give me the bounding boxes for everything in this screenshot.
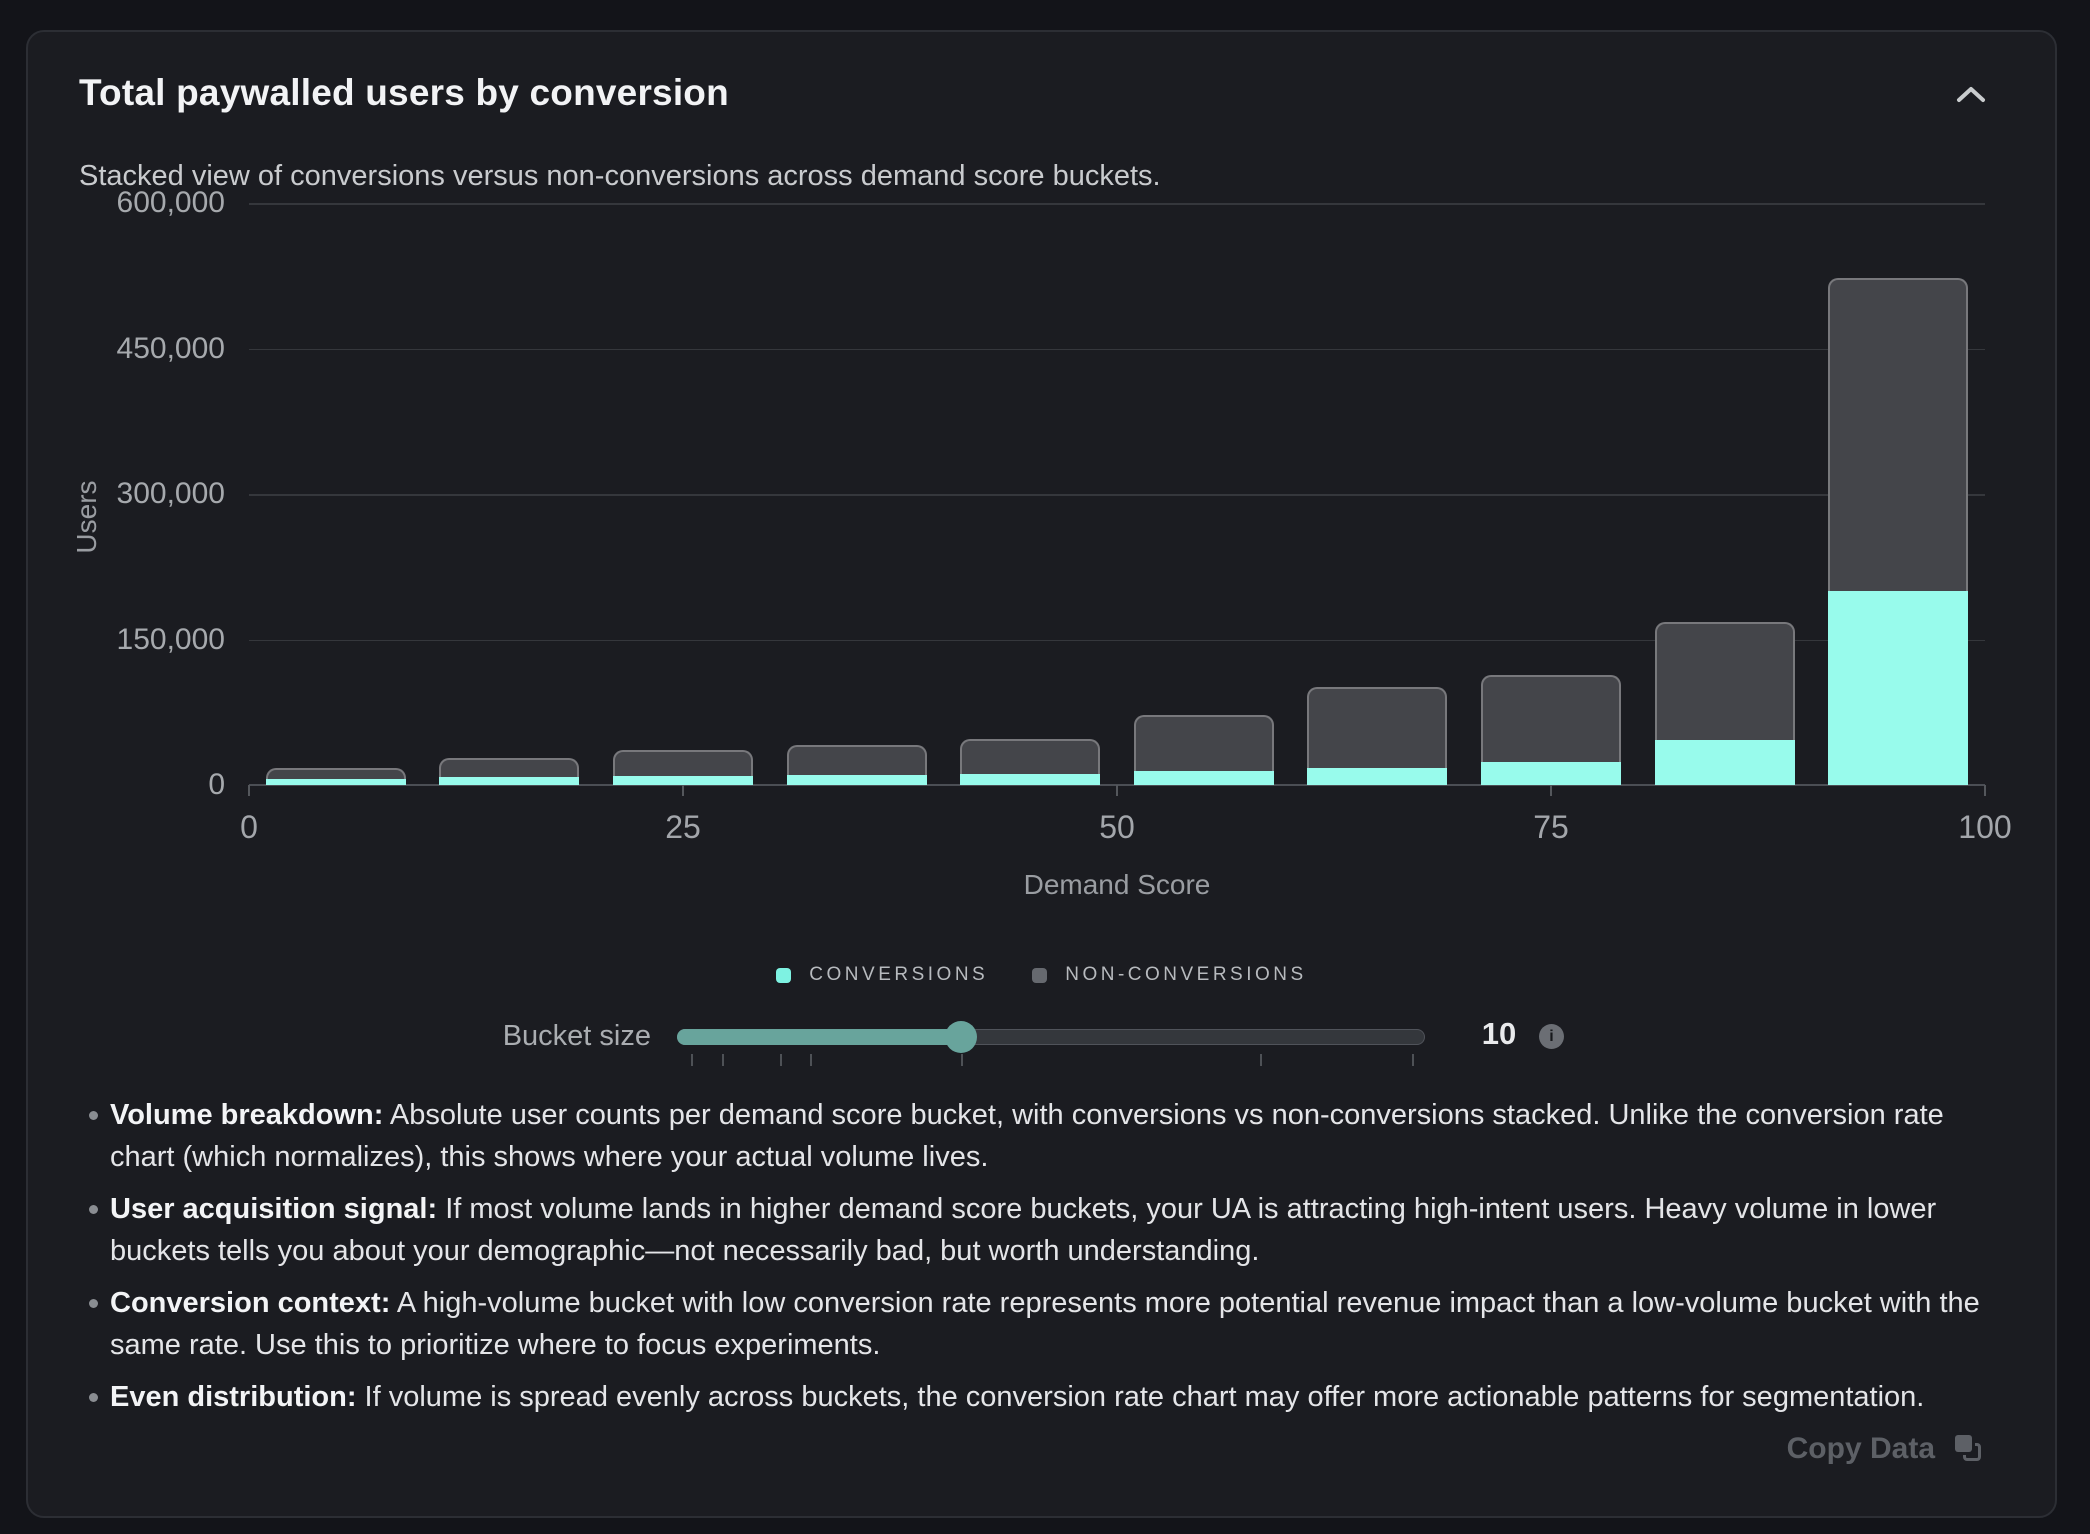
non-conversions-segment[interactable] (1307, 687, 1447, 768)
note-lead: Volume breakdown: (110, 1099, 383, 1131)
x-tick-label: 25 (665, 809, 701, 846)
non-conversions-segment[interactable] (1134, 715, 1274, 771)
bar-bucket-70-80[interactable] (1481, 675, 1621, 785)
card-title: Total paywalled users by conversion (79, 72, 729, 114)
bucket-size-label: Bucket size (351, 1020, 651, 1053)
x-tick-label: 75 (1533, 809, 1569, 846)
x-tick-label: 0 (240, 809, 258, 846)
note-lead: User acquisition signal: (110, 1193, 437, 1225)
non-conversions-segment[interactable] (266, 768, 406, 779)
y-tick-label: 450,000 (5, 332, 225, 366)
bar-bucket-30-40[interactable] (787, 745, 927, 785)
copy-data-button[interactable]: Copy Data (1787, 1432, 1983, 1466)
y-tick-label: 600,000 (5, 186, 225, 220)
bar-bucket-10-20[interactable] (439, 758, 579, 785)
non-conversions-segment[interactable] (1655, 622, 1795, 740)
note-lead: Even distribution: (110, 1381, 357, 1413)
conversions-segment[interactable] (1655, 740, 1795, 785)
x-tick-mark (248, 785, 250, 796)
legend-label: CONVERSIONS (809, 964, 988, 986)
slider-tick-mark (810, 1054, 812, 1066)
x-tick-mark (682, 785, 684, 796)
conversions-segment[interactable] (787, 775, 927, 785)
stacked-bar-chart: Users Demand Score 0150,000300,000450,00… (249, 203, 1985, 785)
slider-tick-mark (691, 1054, 693, 1066)
copy-icon (1955, 1435, 1983, 1463)
bar-bucket-90-100[interactable] (1828, 278, 1968, 785)
non-conversions-segment[interactable] (1481, 675, 1621, 761)
insight-notes: Volume breakdown: Absolute user counts p… (89, 1094, 1994, 1428)
non-conversions-segment[interactable] (787, 745, 927, 775)
legend-label: NON-CONVERSIONS (1065, 964, 1306, 986)
bar-bucket-60-70[interactable] (1307, 687, 1447, 785)
non-conversions-segment[interactable] (960, 739, 1100, 773)
card-footer: Copy Data (1787, 1432, 1983, 1466)
x-tick-mark (1550, 785, 1552, 796)
bar-bucket-40-50[interactable] (960, 739, 1100, 785)
bar-bucket-50-60[interactable] (1134, 715, 1274, 785)
conversions-segment[interactable] (613, 776, 753, 785)
copy-data-label: Copy Data (1787, 1432, 1935, 1466)
slider-thumb[interactable] (945, 1021, 977, 1053)
bucket-size-slider[interactable] (677, 1029, 1425, 1045)
conversions-segment[interactable] (1134, 771, 1274, 785)
bar-bucket-0-10[interactable] (266, 768, 406, 785)
chart-card: Total paywalled users by conversion Stac… (26, 30, 2057, 1518)
conversions-segment[interactable] (1828, 591, 1968, 785)
page: Total paywalled users by conversion Stac… (0, 0, 2090, 1534)
x-tick-label: 50 (1099, 809, 1135, 846)
slider-tick-mark (780, 1054, 782, 1066)
slider-fill (677, 1029, 961, 1045)
non-conversions-segment[interactable] (1828, 278, 1968, 591)
conversions-segment[interactable] (1307, 768, 1447, 785)
bar-bucket-80-90[interactable] (1655, 622, 1795, 785)
note-text: Absolute user counts per demand score bu… (110, 1099, 1944, 1173)
info-icon[interactable]: i (1539, 1024, 1564, 1049)
non-conversions-swatch-icon (1032, 968, 1047, 983)
note-conversion-context: Conversion context: A high-volume bucket… (89, 1282, 1994, 1366)
chevron-up-icon (1955, 84, 1987, 104)
chart-legend: CONVERSIONS NON-CONVERSIONS (28, 964, 2055, 986)
legend-item-conversions[interactable]: CONVERSIONS (776, 964, 988, 986)
bar-bucket-20-30[interactable] (613, 750, 753, 785)
conversions-segment[interactable] (960, 774, 1100, 785)
y-tick-label: 0 (5, 768, 225, 802)
note-text: A high-volume bucket with low conversion… (110, 1287, 1980, 1361)
note-lead: Conversion context: (110, 1287, 390, 1319)
x-tick-mark (1984, 785, 1986, 796)
conversions-segment[interactable] (1481, 762, 1621, 785)
collapse-button[interactable] (1945, 70, 1997, 118)
conversions-segment[interactable] (439, 777, 579, 785)
note-volume-breakdown: Volume breakdown: Absolute user counts p… (89, 1094, 1994, 1178)
non-conversions-segment[interactable] (439, 758, 579, 777)
note-user-acquisition-signal: User acquisition signal: If most volume … (89, 1188, 1994, 1272)
conversions-swatch-icon (776, 968, 791, 983)
x-axis-title: Demand Score (1024, 869, 1211, 901)
slider-tick-mark (1260, 1054, 1262, 1066)
legend-item-non-conversions[interactable]: NON-CONVERSIONS (1032, 964, 1306, 986)
non-conversions-segment[interactable] (613, 750, 753, 776)
slider-tick-mark (961, 1054, 963, 1066)
slider-tick-mark (1412, 1054, 1414, 1066)
gridline (249, 349, 1985, 351)
y-tick-label: 300,000 (5, 477, 225, 511)
bucket-size-value: 10 (1469, 1016, 1529, 1052)
slider-tick-mark (722, 1054, 724, 1066)
y-tick-label: 150,000 (5, 623, 225, 657)
x-tick-label: 100 (1958, 809, 2011, 846)
note-even-distribution: Even distribution: If volume is spread e… (89, 1376, 1994, 1418)
card-subtitle: Stacked view of conversions versus non-c… (79, 160, 1161, 193)
gridline (249, 494, 1985, 496)
x-tick-mark (1116, 785, 1118, 796)
gridline (249, 203, 1985, 205)
conversions-segment[interactable] (266, 779, 406, 785)
note-text: If volume is spread evenly across bucket… (357, 1381, 1925, 1413)
